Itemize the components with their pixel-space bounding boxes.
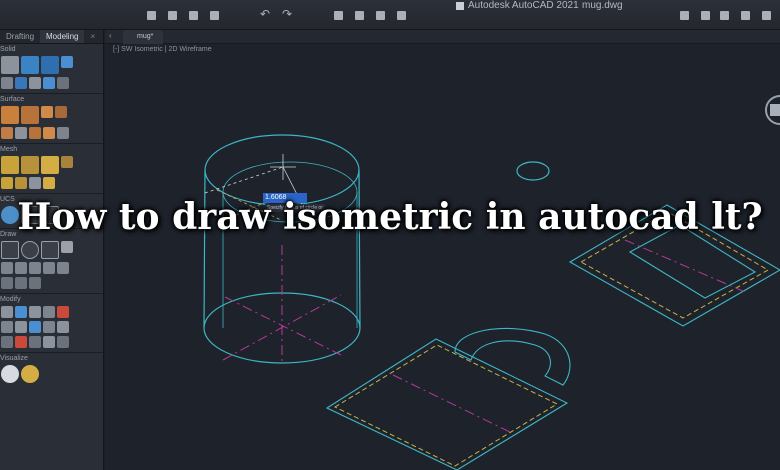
pan-icon[interactable] — [720, 11, 729, 20]
split-face-icon[interactable] — [43, 177, 55, 189]
drawing-canvas[interactable]: ‹ mug* [-] SW Isometric | 2D Wireframe 1… — [105, 30, 780, 470]
smooth-object-icon[interactable] — [21, 156, 39, 174]
fillet-surface-icon[interactable] — [43, 127, 55, 139]
extrude-icon[interactable] — [21, 56, 39, 74]
blend-icon[interactable] — [41, 106, 53, 118]
surface-section: Surface — [0, 94, 103, 144]
hatch-icon[interactable] — [61, 241, 73, 253]
array-icon[interactable] — [43, 336, 55, 348]
visualize-section: Visualize — [0, 353, 103, 387]
section-title: Surface — [0, 96, 25, 103]
palette-tabs: Drafting Modeling × — [0, 30, 103, 44]
autocad-logo-icon — [456, 2, 464, 10]
join-icon[interactable] — [57, 336, 69, 348]
mesh-section: Mesh — [0, 144, 103, 194]
sweep-icon[interactable] — [43, 77, 55, 89]
bottom-centerline — [392, 374, 511, 433]
ellipse-icon[interactable] — [43, 262, 55, 274]
right-centerline — [624, 239, 746, 293]
union-icon[interactable] — [61, 56, 73, 68]
modify-section: Modify — [0, 294, 103, 353]
arc-icon[interactable] — [15, 262, 27, 274]
isometric-mug-drawing — [203, 134, 780, 470]
section-title: Solid — [0, 46, 16, 53]
app-title: Autodesk AutoCAD 2021 — [468, 0, 579, 11]
offset-icon[interactable] — [29, 336, 41, 348]
section-title: Visualize — [0, 355, 28, 362]
slice-icon[interactable] — [1, 77, 13, 89]
move-icon[interactable] — [1, 306, 13, 318]
planar-surface-icon[interactable] — [21, 106, 39, 124]
trim-icon[interactable] — [29, 321, 41, 333]
layers-icon[interactable] — [701, 11, 710, 20]
new-file-icon[interactable] — [147, 11, 156, 20]
shell-icon[interactable] — [15, 77, 27, 89]
xline-icon[interactable] — [15, 277, 27, 289]
tool-palette: Drafting Modeling × Solid Surface Mesh U… — [0, 30, 104, 470]
publish-icon[interactable] — [355, 11, 364, 20]
crease-icon[interactable] — [29, 177, 41, 189]
spline-icon[interactable] — [29, 262, 41, 274]
viewcube-icon[interactable] — [762, 92, 780, 128]
stretch-icon[interactable] — [15, 321, 27, 333]
small-ellipse — [516, 161, 550, 181]
mug-flat-outline — [325, 327, 571, 470]
mesh-sphere-icon[interactable] — [41, 156, 59, 174]
loft-icon[interactable] — [57, 77, 69, 89]
save-icon[interactable] — [189, 11, 198, 20]
extend-icon[interactable] — [43, 321, 55, 333]
fillet-icon[interactable] — [57, 321, 69, 333]
patch-icon[interactable] — [55, 106, 67, 118]
document-title: mug.dwg — [582, 0, 623, 11]
tab-drafting[interactable]: Drafting — [0, 30, 40, 43]
share-icon[interactable] — [397, 11, 406, 20]
polyline-icon[interactable] — [1, 241, 19, 259]
tab-modeling[interactable]: Modeling — [40, 30, 85, 43]
extend-surface-icon[interactable] — [29, 127, 41, 139]
point-icon[interactable] — [1, 277, 13, 289]
explode-icon[interactable] — [15, 336, 27, 348]
orbit-icon[interactable] — [762, 11, 771, 20]
polygon-icon[interactable] — [57, 262, 69, 274]
cylinder-centerlines — [222, 245, 342, 365]
material-browser-icon[interactable] — [1, 365, 19, 383]
export-icon[interactable] — [376, 11, 385, 20]
copy-icon[interactable] — [15, 306, 27, 318]
properties-icon[interactable] — [680, 11, 689, 20]
lights-icon[interactable] — [21, 365, 39, 383]
refine-mesh-icon[interactable] — [61, 156, 73, 168]
title-bar: ↶ ↷ Autodesk AutoCAD 2021 mug.dwg — [0, 0, 780, 30]
fillet-edge-icon[interactable] — [29, 77, 41, 89]
solid-section: Solid — [0, 44, 103, 94]
chamfer-icon[interactable] — [1, 336, 13, 348]
rectangle-icon[interactable] — [41, 241, 59, 259]
revcloud-icon[interactable] — [29, 277, 41, 289]
mesh-box-icon[interactable] — [1, 156, 19, 174]
section-title: Mesh — [0, 146, 18, 153]
plot-icon[interactable] — [334, 11, 343, 20]
box-icon[interactable] — [1, 56, 19, 74]
save-as-icon[interactable] — [210, 11, 219, 20]
redo-icon[interactable]: ↷ — [282, 8, 292, 20]
zoom-icon[interactable] — [741, 11, 750, 20]
article-heading: How to draw isometric in autocad lt? — [17, 196, 763, 238]
open-folder-icon[interactable] — [168, 11, 177, 20]
section-title: Modify — [0, 296, 21, 303]
rotate-icon[interactable] — [29, 306, 41, 318]
circle-icon[interactable] — [21, 241, 39, 259]
undo-icon[interactable]: ↶ — [260, 8, 270, 20]
close-icon[interactable]: × — [84, 30, 95, 43]
trim-surface-icon[interactable] — [15, 127, 27, 139]
mirror-icon[interactable] — [43, 306, 55, 318]
network-surface-icon[interactable] — [1, 106, 19, 124]
smooth-less-icon[interactable] — [15, 177, 27, 189]
smooth-more-icon[interactable] — [1, 177, 13, 189]
offset-surface-icon[interactable] — [1, 127, 13, 139]
sculpt-icon[interactable] — [57, 127, 69, 139]
line-icon[interactable] — [1, 262, 13, 274]
erase-icon[interactable] — [57, 306, 69, 318]
presspull-icon[interactable] — [41, 56, 59, 74]
mug-flat-dashed — [333, 344, 559, 467]
scale-icon[interactable] — [1, 321, 13, 333]
